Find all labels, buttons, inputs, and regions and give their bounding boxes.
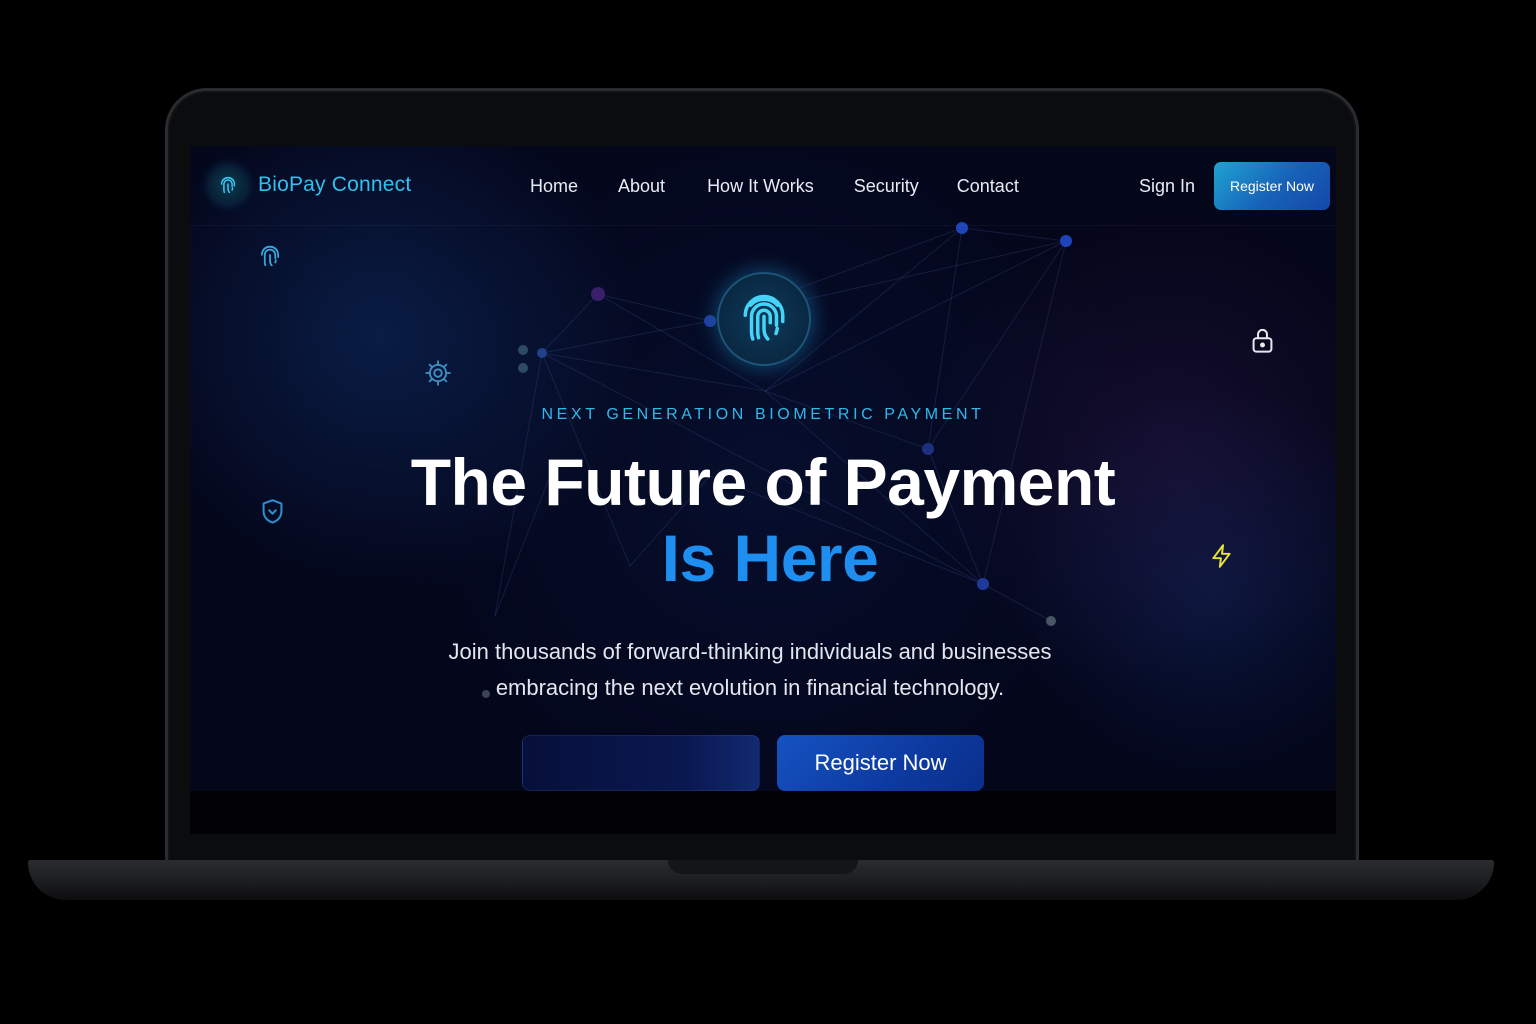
nav-link-how-it-works[interactable]: How It Works [707,176,814,197]
hero-headline: The Future of Payment [410,445,1116,519]
hero-eyebrow: NEXT GENERATION BIOMETRIC PAYMENT [541,406,985,423]
brand-logo [210,167,246,203]
brand-name: BioPay Connect [258,173,412,196]
nav-link-about[interactable]: About [618,176,665,197]
fingerprint-icon [260,245,280,267]
hero-subtext: Join thousands of forward-thinking indiv… [390,634,1110,706]
hero-subtext-line1: Join thousands of forward-thinking indiv… [448,639,1052,664]
top-navigation: BioPay Connect Home About How It Works S… [190,146,1336,226]
laptop-notch [668,860,858,874]
brand[interactable]: BioPay Connect [210,167,411,203]
screen-bottom-strip [190,791,1336,834]
lock-icon [1252,328,1273,353]
nav-link-security[interactable]: Security [854,176,919,197]
fingerprint-icon [220,176,236,194]
hero-subtext-line2: embracing the next evolution in financia… [495,675,1005,700]
hero-register-button[interactable]: Register Now [777,735,984,791]
nav-links: Home About How It Works Security Contact [530,176,1059,197]
nav-register-button[interactable]: Register Now [1214,162,1330,210]
hero-secondary-button[interactable] [522,735,760,791]
hero-headline-accent: Is Here [661,521,879,595]
nav-link-home[interactable]: Home [530,176,578,197]
gear-icon [425,360,451,386]
hero-fingerprint-badge [717,272,811,366]
sign-in-link[interactable]: Sign In [1139,176,1195,197]
laptop-mockup: BioPay Connect Home About How It Works S… [0,0,1536,1024]
nav-link-contact[interactable]: Contact [957,176,1019,197]
laptop-screen: BioPay Connect Home About How It Works S… [190,146,1336,834]
landing-page: BioPay Connect Home About How It Works S… [190,146,1336,791]
fingerprint-icon [743,294,785,341]
